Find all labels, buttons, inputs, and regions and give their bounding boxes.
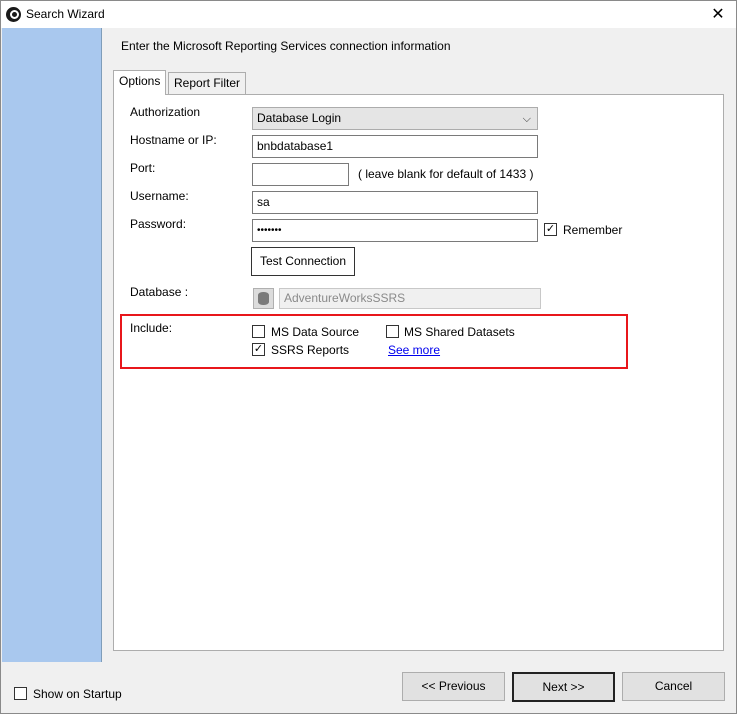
test-connection-button[interactable]: Test Connection <box>251 247 355 276</box>
hostname-label: Hostname or IP: <box>130 133 217 147</box>
page-header: Enter the Microsoft Reporting Services c… <box>121 39 451 53</box>
cancel-button[interactable]: Cancel <box>622 672 725 701</box>
password-input[interactable]: ••••••• <box>252 219 538 242</box>
authorization-label: Authorization <box>130 105 201 119</box>
authorization-select[interactable]: Database Login ⌵ <box>252 107 538 130</box>
next-button[interactable]: Next >> <box>512 672 615 702</box>
database-field: AdventureWorksSSRS <box>279 288 541 309</box>
previous-button[interactable]: << Previous <box>402 672 505 701</box>
password-label: Password: <box>130 217 187 231</box>
show-on-startup-label: Show on Startup <box>33 687 122 701</box>
database-icon[interactable] <box>253 288 274 309</box>
port-hint: ( leave blank for default of 1433 ) <box>358 167 534 181</box>
close-icon[interactable]: ✕ <box>700 1 736 28</box>
search-wizard-window: Search Wizard ✕ Enter the Microsoft Repo… <box>0 0 737 714</box>
show-on-startup-checkbox[interactable] <box>14 687 27 700</box>
username-input[interactable]: sa <box>252 191 538 214</box>
port-label: Port: <box>130 161 156 175</box>
remember-label: Remember <box>563 223 623 237</box>
ms-data-source-checkbox[interactable] <box>252 325 265 338</box>
ssrs-reports-label: SSRS Reports <box>271 343 350 357</box>
see-more-link[interactable]: See more <box>388 343 440 357</box>
tab-report-filter[interactable]: Report Filter <box>168 72 247 94</box>
ms-shared-datasets-checkbox[interactable] <box>386 325 399 338</box>
authorization-value: Database Login <box>257 111 342 125</box>
database-label: Database : <box>130 285 189 299</box>
app-logo-icon <box>6 7 21 22</box>
ms-shared-datasets-label: MS Shared Datasets <box>404 325 515 339</box>
include-highlight-box <box>120 314 628 369</box>
port-input[interactable] <box>252 163 349 186</box>
remember-checkbox[interactable]: ✓ <box>544 223 557 236</box>
include-label: Include: <box>130 321 173 335</box>
hostname-input[interactable]: bnbdatabase1 <box>252 135 538 158</box>
chevron-down-icon: ⌵ <box>522 113 531 125</box>
window-title: Search Wizard <box>26 7 105 21</box>
tab-options[interactable]: Options <box>113 70 167 95</box>
wizard-sidebar <box>2 28 102 662</box>
ms-data-source-label: MS Data Source <box>271 325 360 339</box>
title-bar: Search Wizard ✕ <box>1 1 736 28</box>
username-label: Username: <box>130 189 189 203</box>
ssrs-reports-checkbox[interactable]: ✓ <box>252 343 265 356</box>
